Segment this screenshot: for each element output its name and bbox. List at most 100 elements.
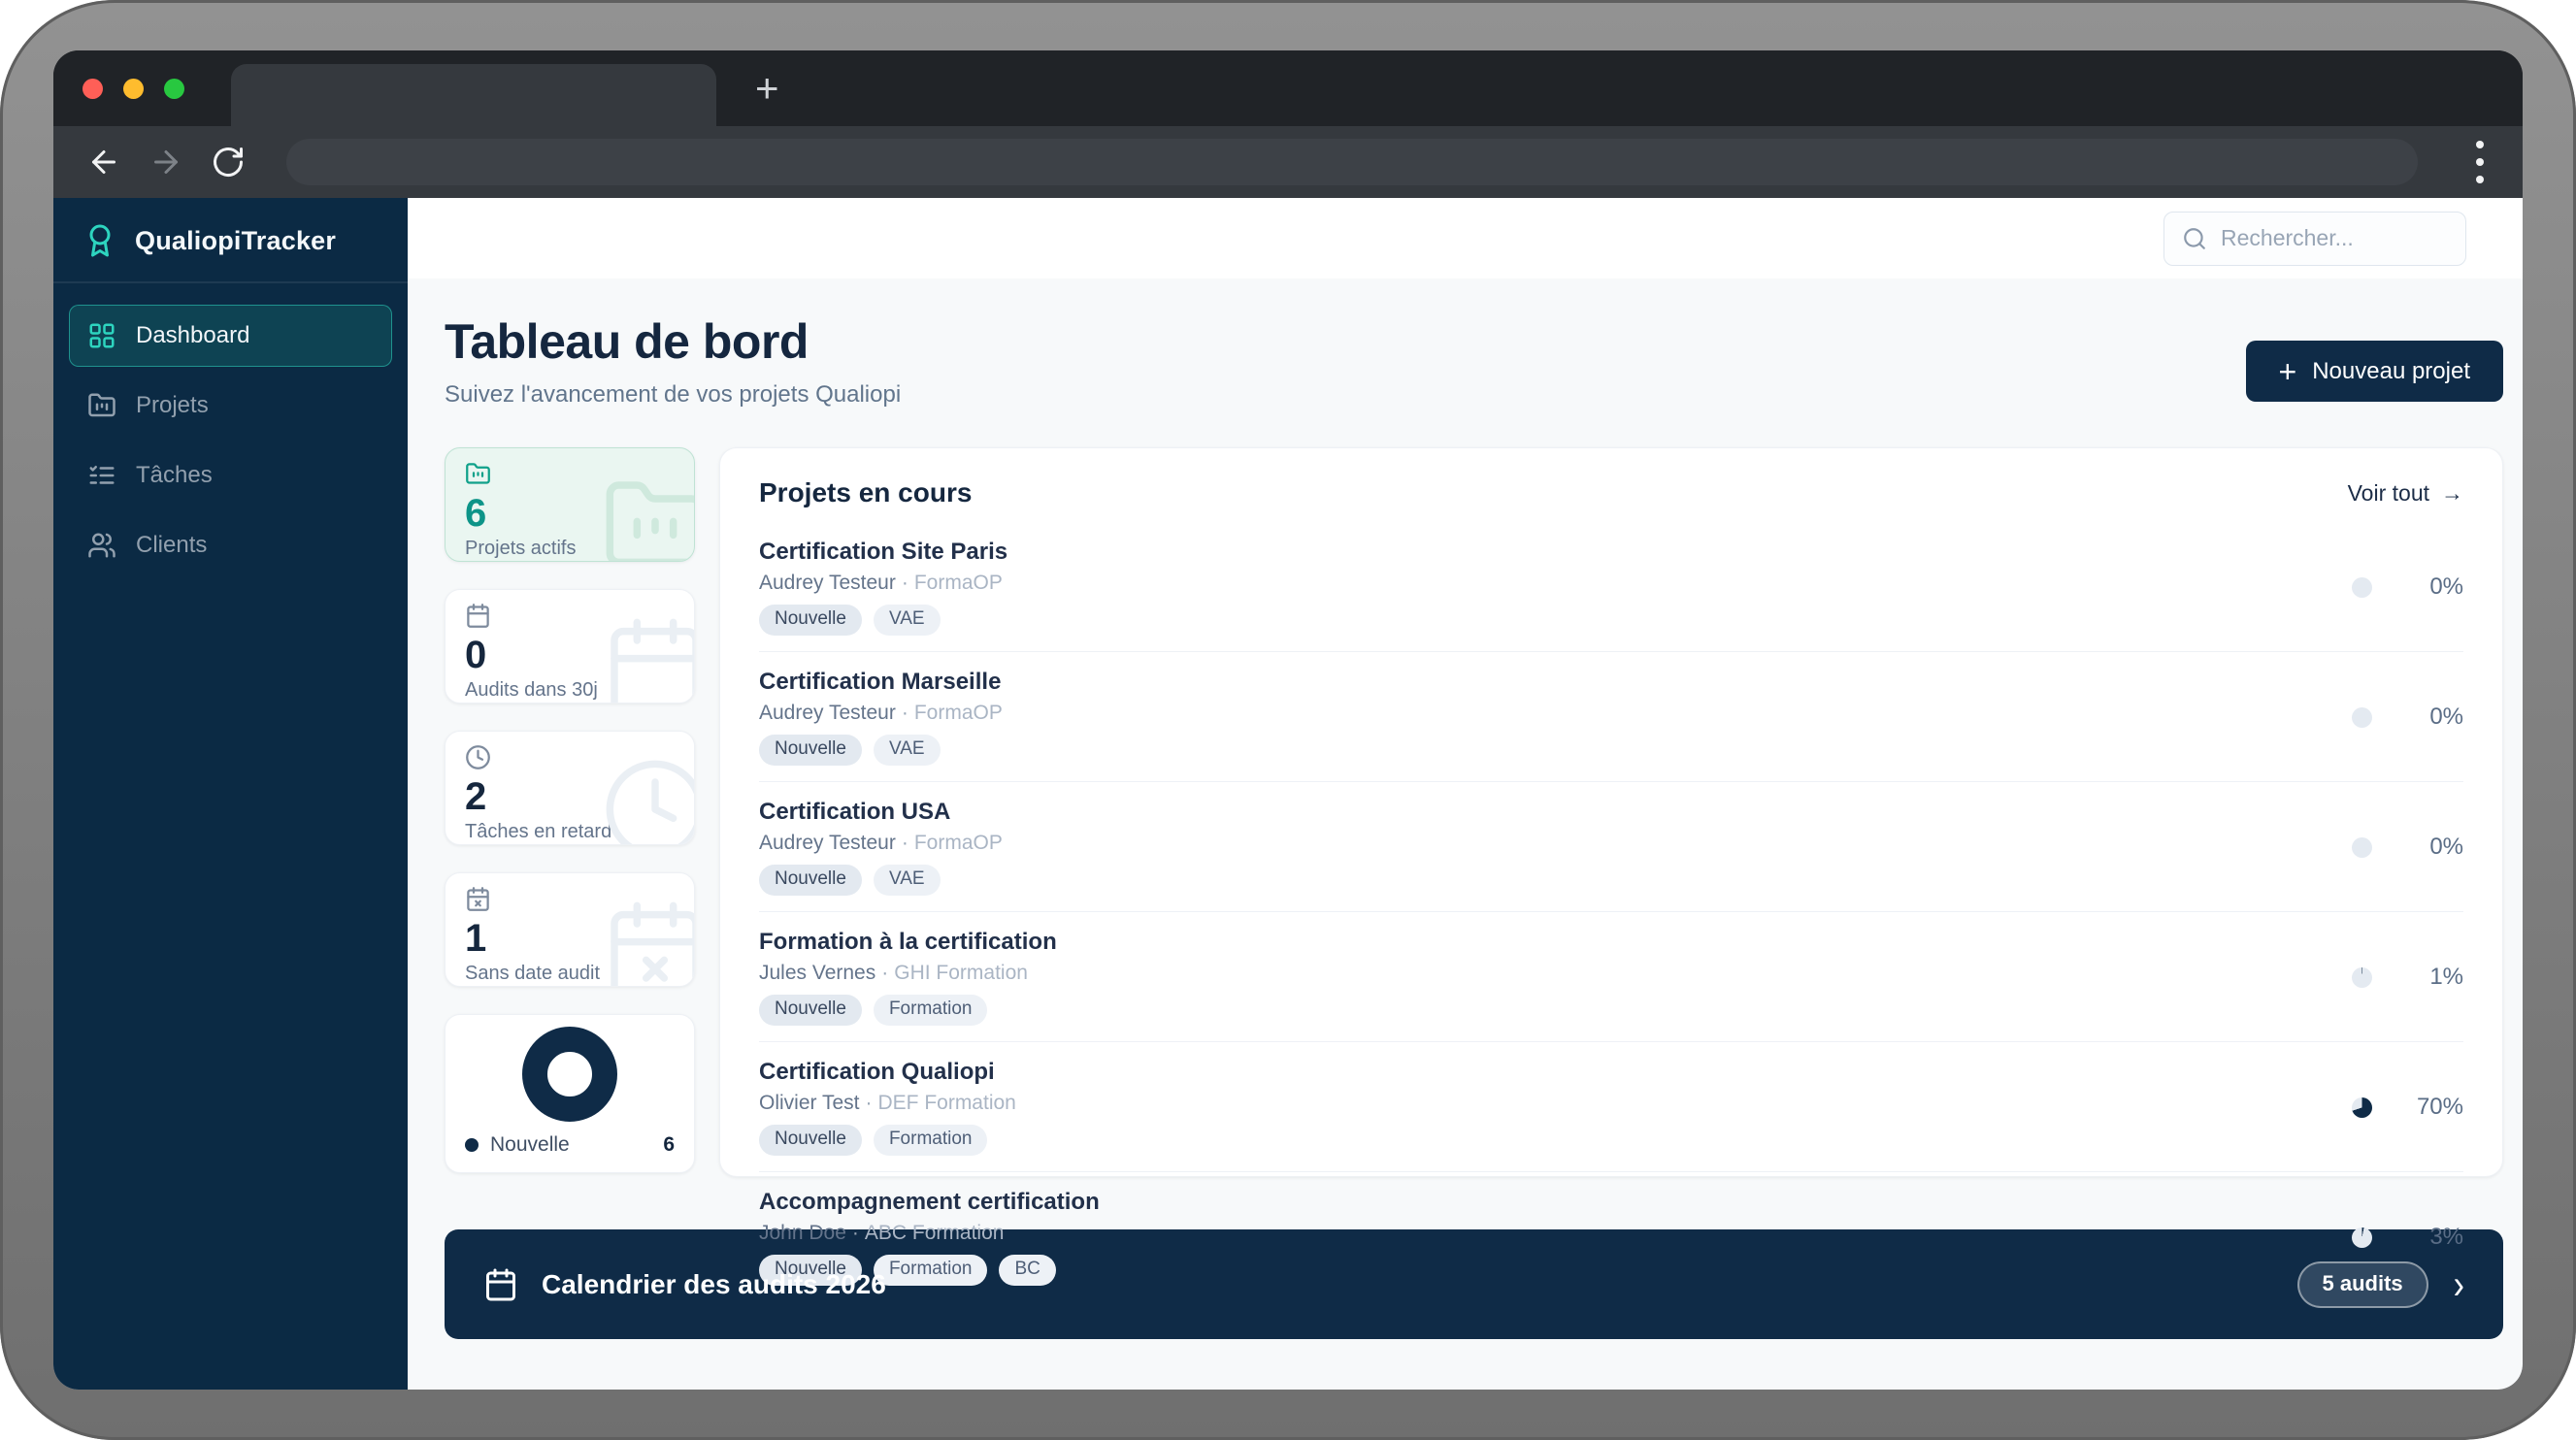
stat-card-audits-30j[interactable]: 0 Audits dans 30j <box>445 589 695 704</box>
browser-menu-icon[interactable] <box>2470 135 2490 189</box>
legend-dot <box>465 1138 479 1152</box>
reload-icon[interactable] <box>211 145 246 180</box>
sidebar-item-taches[interactable]: Tâches <box>69 444 392 507</box>
status-badge: Nouvelle <box>759 995 862 1026</box>
minimize-window-button[interactable] <box>123 79 144 99</box>
browser-window: + QualiopiTracker Dashboard Projets <box>53 50 2523 1390</box>
type-badge: Formation <box>874 1255 988 1286</box>
project-row[interactable]: Certification Qualiopi Olivier Test·DEF … <box>759 1041 2463 1171</box>
browser-tab-strip: + <box>53 50 2523 126</box>
folder-icon <box>465 461 491 487</box>
stat-card-taches-retard[interactable]: 2 Tâches en retard <box>445 731 695 845</box>
project-title: Certification Qualiopi <box>759 1059 1016 1086</box>
type-badge: VAE <box>874 865 941 896</box>
legend-value: 6 <box>663 1133 675 1157</box>
projects-panel: Projets en cours Voir tout → Certificati… <box>719 447 2503 1177</box>
type-badge: VAE <box>874 735 941 766</box>
clock-icon <box>465 744 491 770</box>
banner-title: Calendrier des audits 2026 <box>542 1269 886 1300</box>
project-badges: Nouvelle VAE <box>759 605 1007 636</box>
sidebar-item-projets[interactable]: Projets <box>69 375 392 437</box>
stat-card-projets-actifs[interactable]: 6 Projets actifs <box>445 447 695 562</box>
status-donut-chart <box>522 1027 617 1122</box>
folder-watermark-icon <box>601 472 695 562</box>
plus-icon: + <box>2279 356 2297 387</box>
calendar-icon <box>483 1267 518 1302</box>
sidebar-item-dashboard[interactable]: Dashboard <box>69 305 392 367</box>
type-badge: BC <box>999 1255 1055 1286</box>
progress-pie <box>2352 577 2372 598</box>
device-bezel: + QualiopiTracker Dashboard Projets <box>0 0 2576 1440</box>
close-window-button[interactable] <box>83 79 103 99</box>
app-name: QualiopiTracker <box>135 226 336 256</box>
projects-list: Certification Site Paris Audrey Testeur·… <box>759 522 2463 1301</box>
status-badge: Nouvelle <box>759 865 862 896</box>
sidebar-item-clients[interactable]: Clients <box>69 514 392 576</box>
project-title: Certification USA <box>759 799 1003 826</box>
maximize-window-button[interactable] <box>164 79 184 99</box>
dashboard-grid-icon <box>87 321 116 350</box>
topbar <box>408 198 2523 278</box>
projects-panel-header: Projets en cours Voir tout → <box>759 477 2463 508</box>
project-owner-line: John Doe·ABC Formation <box>759 1222 1100 1245</box>
progress-percent: 0% <box>2397 704 2463 731</box>
arrow-right-icon: → <box>2441 480 2463 507</box>
type-badge: Formation <box>874 1125 988 1156</box>
dashboard-grid: 6 Projets actifs 0 Audits dans 30j <box>445 447 2503 1177</box>
back-icon[interactable] <box>86 145 121 180</box>
stat-card-sans-date[interactable]: 1 Sans date audit <box>445 872 695 987</box>
project-row[interactable]: Certification Site Paris Audrey Testeur·… <box>759 522 2463 651</box>
folder-icon <box>87 391 116 420</box>
project-row[interactable]: Formation à la certification Jules Verne… <box>759 911 2463 1041</box>
stats-column: 6 Projets actifs 0 Audits dans 30j <box>445 447 695 1177</box>
calendar-watermark-icon <box>601 613 695 704</box>
progress-pie <box>2352 1097 2372 1118</box>
calendar-icon <box>465 603 491 629</box>
project-owner-line: Jules Vernes·GHI Formation <box>759 962 1057 985</box>
calendar-x-watermark-icon <box>601 897 695 987</box>
tasks-checklist-icon <box>87 461 116 490</box>
award-icon <box>83 223 117 258</box>
banner-right: 5 audits › <box>2297 1261 2464 1308</box>
status-donut-card: Nouvelle 6 <box>445 1014 695 1173</box>
status-badge: Nouvelle <box>759 605 862 636</box>
project-title: Formation à la certification <box>759 929 1057 956</box>
sidebar-item-label: Dashboard <box>136 322 249 349</box>
clock-watermark-icon <box>601 755 695 845</box>
new-tab-button[interactable]: + <box>755 50 779 126</box>
project-row[interactable]: Accompagnement certification John Doe·AB… <box>759 1171 2463 1301</box>
sidebar-item-label: Clients <box>136 532 207 559</box>
search-input[interactable] <box>2221 225 2448 251</box>
project-row[interactable]: Certification Marseille Audrey Testeur·F… <box>759 651 2463 781</box>
project-badges: NouvelleFormation <box>759 995 1057 1026</box>
progress-percent: 0% <box>2397 573 2463 601</box>
page-subtitle: Suivez l'avancement de vos projets Quali… <box>445 381 901 409</box>
progress-percent: 3% <box>2397 1224 2463 1251</box>
calendar-x-icon <box>465 886 491 912</box>
main-area: Tableau de bord Suivez l'avancement de v… <box>408 198 2523 1390</box>
project-badges: NouvelleFormation <box>759 1125 1016 1156</box>
page-header: Tableau de bord Suivez l'avancement de v… <box>445 313 2503 409</box>
clients-users-icon <box>87 531 116 560</box>
project-badges: Nouvelle VAE <box>759 735 1003 766</box>
view-all-link[interactable]: Voir tout → <box>2348 480 2463 507</box>
donut-legend: Nouvelle 6 <box>465 1133 675 1157</box>
progress-pie <box>2352 707 2372 728</box>
new-project-button[interactable]: + Nouveau projet <box>2246 341 2503 402</box>
project-title: Certification Marseille <box>759 669 1003 696</box>
status-badge: Nouvelle <box>759 735 862 766</box>
search-icon <box>2182 226 2207 251</box>
forward-icon[interactable] <box>149 145 183 180</box>
view-all-label: Voir tout <box>2348 480 2429 507</box>
progress-pie <box>2352 967 2372 988</box>
projects-title: Projets en cours <box>759 477 972 508</box>
sidebar-item-label: Projets <box>136 392 209 419</box>
search-box <box>2163 212 2466 266</box>
page-title: Tableau de bord <box>445 313 901 370</box>
project-owner-line: Audrey Testeur·FormaOP <box>759 572 1007 595</box>
url-bar[interactable] <box>286 139 2418 185</box>
project-row[interactable]: Certification USA Audrey Testeur·FormaOP… <box>759 781 2463 911</box>
project-title: Accompagnement certification <box>759 1189 1100 1216</box>
type-badge: VAE <box>874 605 941 636</box>
browser-tab[interactable] <box>231 64 716 126</box>
